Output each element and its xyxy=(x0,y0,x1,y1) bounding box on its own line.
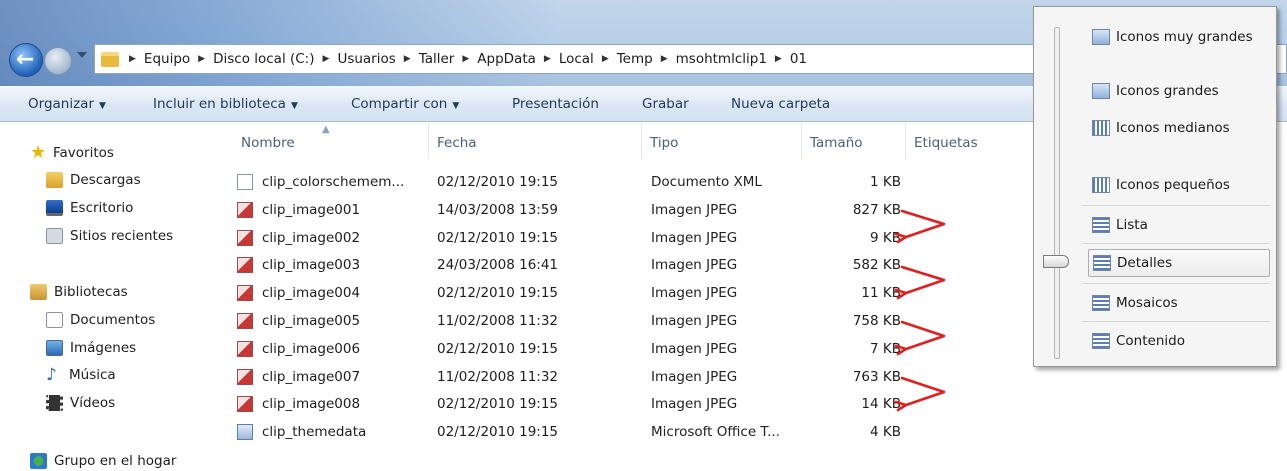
menu-separator xyxy=(1082,243,1270,244)
large-icons-icon xyxy=(1092,83,1110,99)
annotation-arrowhead xyxy=(894,232,908,244)
view-content-label: Contenido xyxy=(1116,333,1185,349)
view-menu: Iconos muy grandes Iconos grandes Iconos… xyxy=(1033,6,1277,367)
list-view-icon xyxy=(1092,217,1110,233)
view-medium-label: Iconos medianos xyxy=(1116,120,1230,136)
view-medium-icons[interactable]: Iconos medianos xyxy=(1088,114,1270,142)
menu-separator xyxy=(1082,321,1270,322)
annotation-arrowhead xyxy=(894,344,908,356)
view-list[interactable]: Lista xyxy=(1088,211,1270,239)
medium-icons-icon xyxy=(1092,120,1110,136)
view-tiles-label: Mosaicos xyxy=(1116,295,1178,311)
annotation-arrow xyxy=(900,265,946,295)
view-large-icons[interactable]: Iconos grandes xyxy=(1088,77,1270,105)
annotation-arrow xyxy=(900,376,946,407)
view-extra-large-icons[interactable]: Iconos muy grandes xyxy=(1088,23,1270,51)
tiles-view-icon xyxy=(1092,295,1110,311)
slider-thumb[interactable] xyxy=(1043,255,1069,268)
content-view-icon xyxy=(1092,333,1110,349)
view-small-icons[interactable]: Iconos pequeños xyxy=(1088,171,1270,199)
view-size-slider[interactable] xyxy=(1054,27,1060,359)
small-icons-icon xyxy=(1092,177,1110,193)
view-tiles[interactable]: Mosaicos xyxy=(1088,289,1270,317)
menu-separator xyxy=(1082,205,1270,206)
menu-separator xyxy=(1082,283,1270,284)
annotation-arrowhead xyxy=(894,400,908,412)
view-small-label: Iconos pequeños xyxy=(1116,177,1230,193)
view-extra-large-label: Iconos muy grandes xyxy=(1116,29,1253,45)
view-list-label: Lista xyxy=(1116,217,1148,233)
view-content[interactable]: Contenido xyxy=(1088,327,1270,355)
annotation-arrowhead xyxy=(894,288,908,300)
annotation-arrow xyxy=(900,209,946,239)
annotation-arrow xyxy=(900,320,946,351)
extra-large-icons-icon xyxy=(1092,29,1110,45)
view-large-label: Iconos grandes xyxy=(1116,83,1219,99)
details-view-icon xyxy=(1093,255,1111,271)
view-details[interactable]: Detalles xyxy=(1088,249,1270,277)
view-details-label: Detalles xyxy=(1117,255,1173,271)
